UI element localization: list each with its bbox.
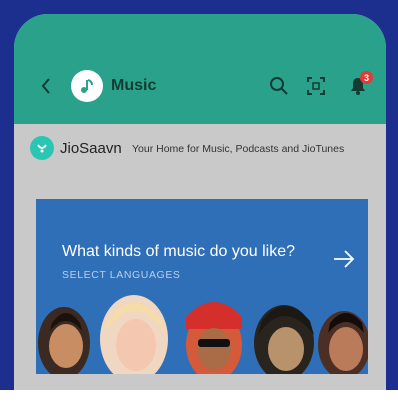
bottom-strip [0,390,398,404]
artist-image [254,305,314,374]
jiosaavn-tagline: Your Home for Music, Podcasts and JioTun… [132,143,345,155]
scan-icon [307,77,325,95]
jiosaavn-row[interactable]: JioSaavn Your Home for Music, Podcasts a… [14,124,386,174]
page-title: Music [111,77,157,94]
language-banner[interactable]: What kinds of music do you like? SELECT … [36,199,368,374]
search-button[interactable] [267,74,291,98]
music-app-icon [71,70,103,102]
arrow-right-icon [334,250,355,268]
back-arrow-icon [41,78,50,94]
jiosaavn-name: JioSaavn [60,140,122,157]
artist-image [38,307,90,374]
device-frame: Music 3 JioSaavn Your Home for Music, Po… [0,0,398,404]
notification-badge: 3 [360,71,373,84]
back-button[interactable] [36,74,56,98]
phone-screen: Music 3 JioSaavn Your Home for Music, Po… [14,14,386,390]
artist-image [186,302,242,374]
jiosaavn-logo-icon [30,136,54,160]
banner-title: What kinds of music do you like? [62,243,295,260]
search-icon [270,77,288,95]
artist-image [100,295,168,374]
music-note-icon [81,79,93,93]
select-languages-link[interactable]: SELECT LANGUAGES [62,269,181,281]
artist-image [318,311,368,374]
app-header: Music 3 [14,14,386,124]
banner-arrow-button[interactable] [332,247,356,271]
artist-images [36,291,368,374]
scan-button[interactable] [304,74,328,98]
